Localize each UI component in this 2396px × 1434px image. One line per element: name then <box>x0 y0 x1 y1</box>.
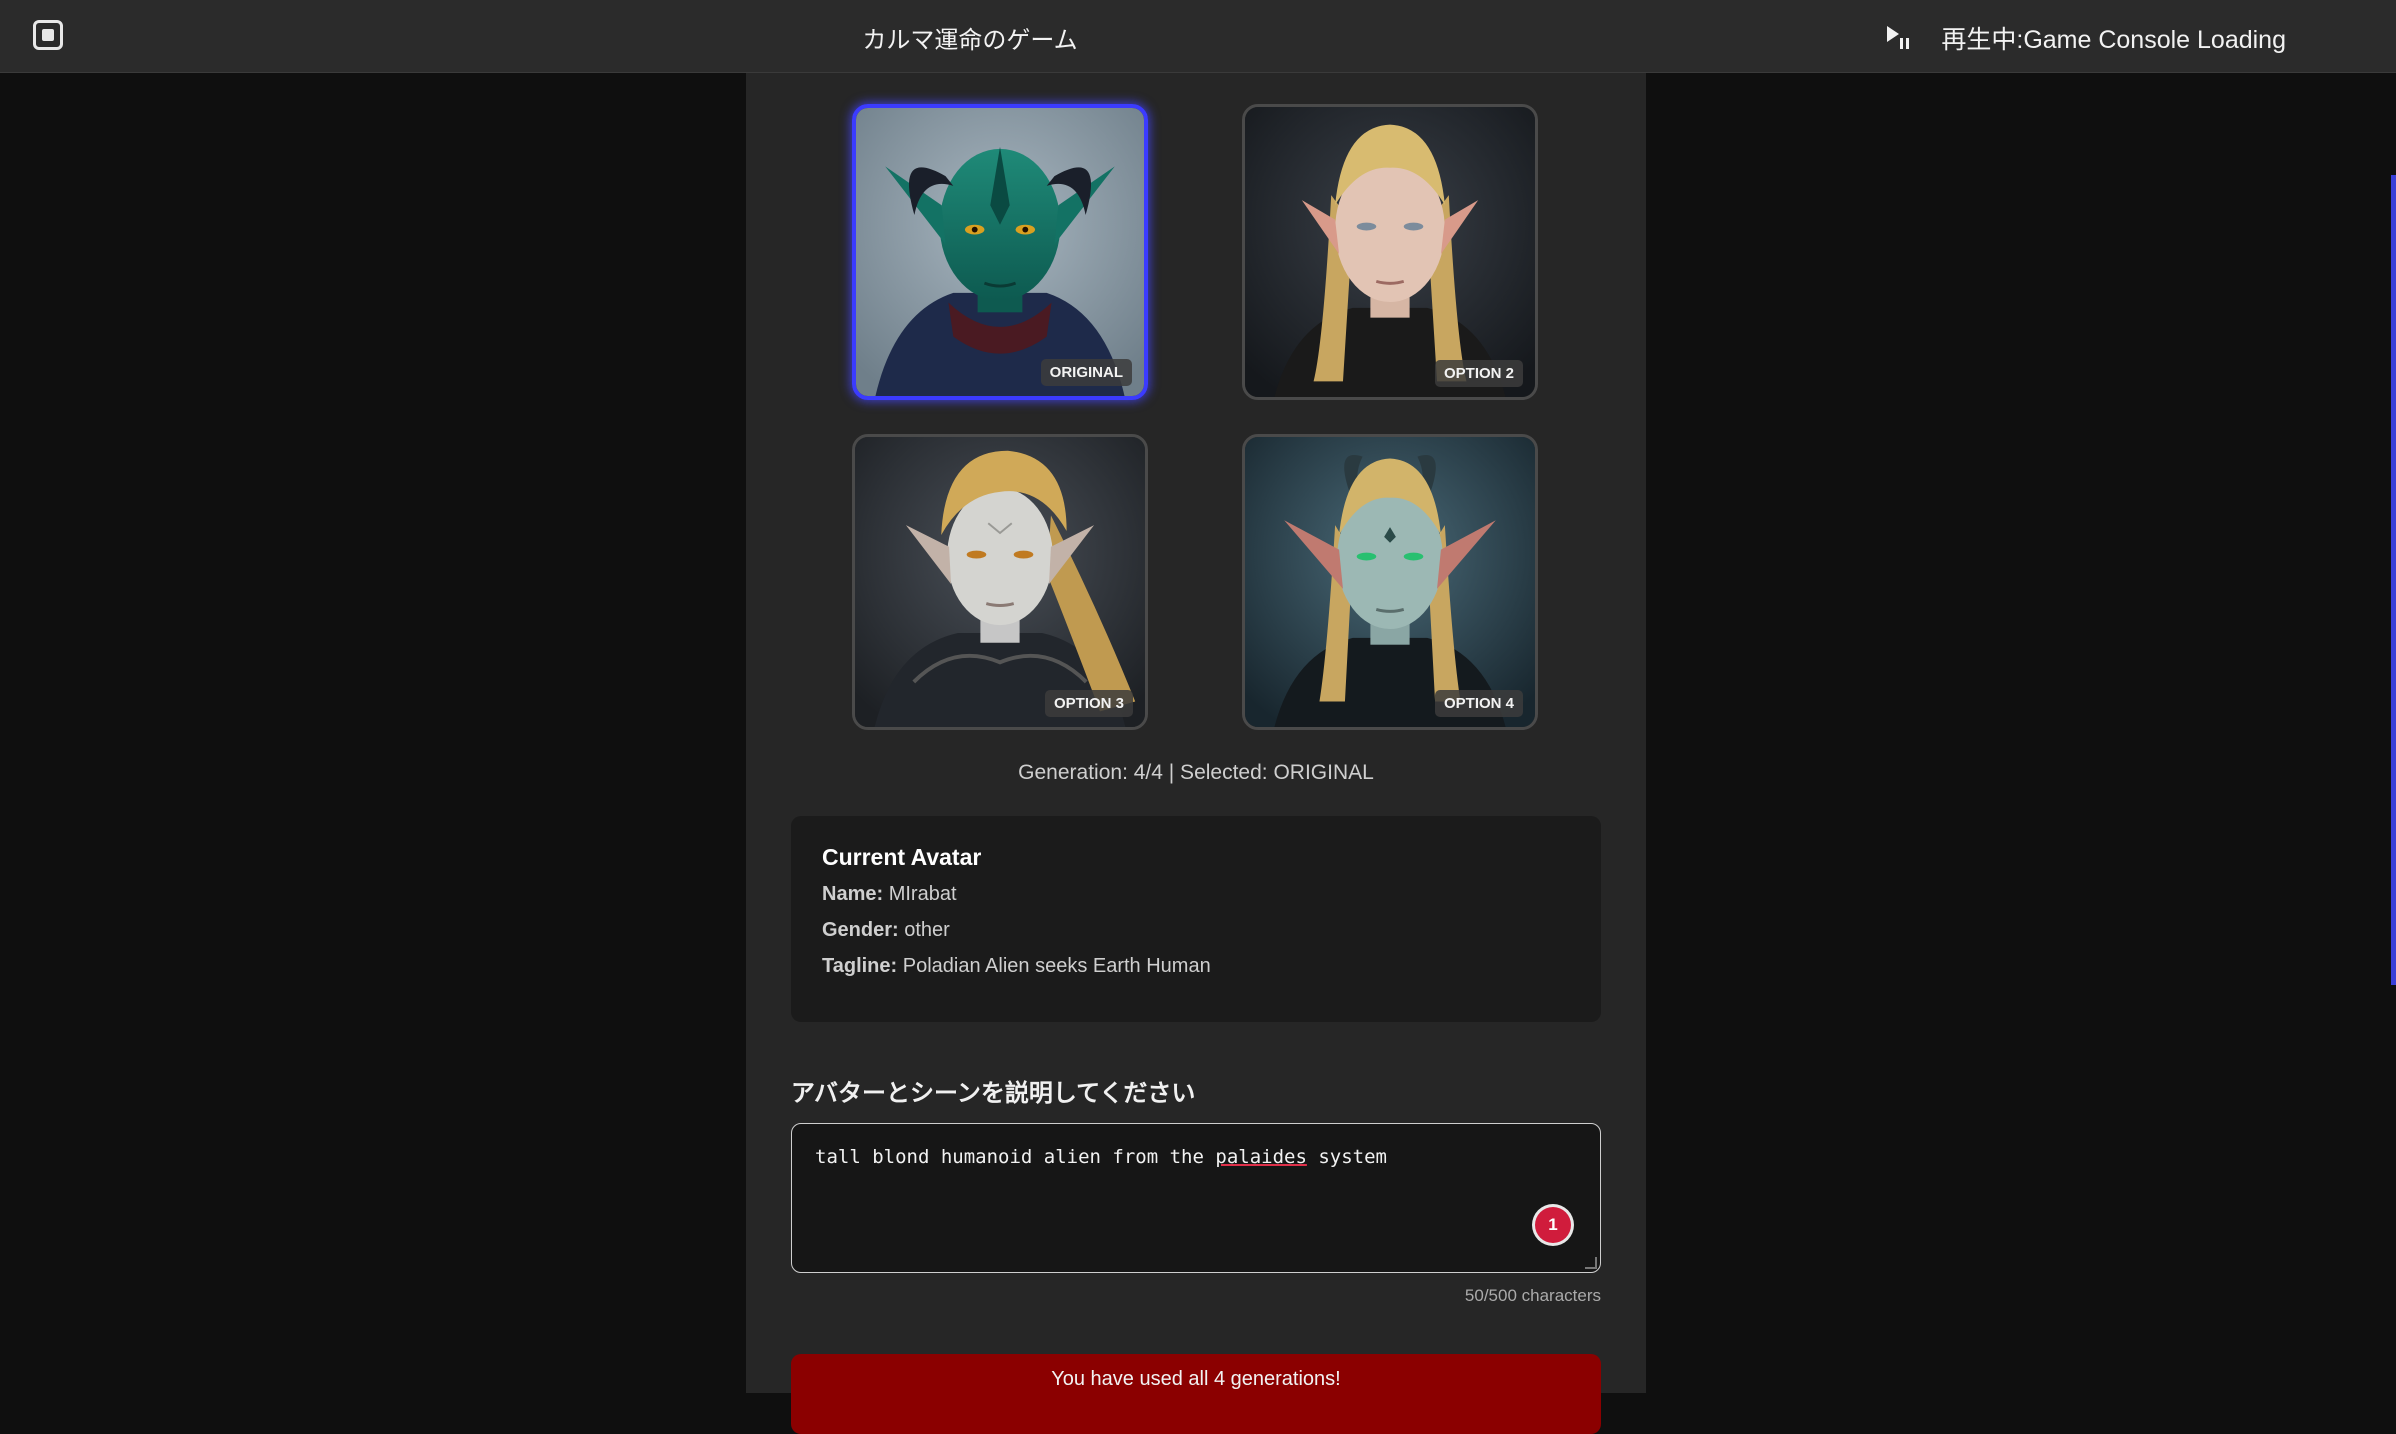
generation-status: Generation: 4/4 | Selected: ORIGINAL <box>1018 761 1374 784</box>
top-bar: カルマ運命のゲーム 再生中:Game Console Loading <box>0 0 2396 73</box>
name-label: Name: <box>822 883 884 905</box>
avatar-label: OPTION 3 <box>1044 690 1133 717</box>
avatar-label: OPTION 4 <box>1434 690 1523 717</box>
avatar-portrait-original <box>856 108 1144 396</box>
avatar-portrait-option-4 <box>1245 437 1535 727</box>
character-count: 50/500 characters <box>1464 1286 1601 1305</box>
prompt-text-start: tall blond humanoid alien from the <box>815 1146 1216 1168</box>
scrollbar[interactable] <box>2391 175 2396 985</box>
now-playing[interactable]: 再生中:Game Console Loading <box>1887 20 2286 56</box>
gender-label: Gender: <box>822 919 899 941</box>
avatar-gender-row: Gender: other <box>822 917 1570 943</box>
current-avatar-heading: Current Avatar <box>822 844 982 870</box>
avatar-portrait-option-3 <box>855 437 1145 727</box>
avatar-portrait-option-2 <box>1245 107 1535 397</box>
play-pause-icon[interactable] <box>1887 24 1911 52</box>
prompt-textarea[interactable]: tall blond humanoid alien from the palai… <box>791 1123 1601 1273</box>
prompt-label: アバターとシーンを説明してください <box>791 1080 1196 1107</box>
misspelled-word[interactable]: palaides <box>1215 1146 1307 1168</box>
avatar-tagline-row: Tagline: Poladian Alien seeks Earth Huma… <box>822 953 1570 979</box>
generation-limit-banner: You have used all 4 generations! <box>791 1354 1601 1434</box>
resize-handle[interactable] <box>1585 1257 1597 1269</box>
now-playing-label: 再生中:Game Console Loading <box>1941 26 2286 54</box>
gender-value: other <box>904 919 950 941</box>
tagline-value: Poladian Alien seeks Earth Human <box>902 955 1211 977</box>
grammar-issue-count: 1 <box>1535 1207 1571 1243</box>
name-value: MIrabat <box>888 883 957 905</box>
avatar-option-4[interactable]: OPTION 4 <box>1242 434 1538 730</box>
avatar-option-2[interactable]: OPTION 2 <box>1242 104 1538 400</box>
app-title: カルマ運命のゲーム <box>862 27 1078 54</box>
current-avatar-card: Current Avatar Name: MIrabat Gender: oth… <box>791 816 1601 1022</box>
tagline-label: Tagline: <box>822 955 898 977</box>
avatar-label: ORIGINAL <box>1040 359 1132 386</box>
avatar-option-3[interactable]: OPTION 3 <box>852 434 1148 730</box>
prompt-text-end: system <box>1306 1146 1387 1168</box>
avatar-name-row: Name: MIrabat <box>822 881 1570 907</box>
grammar-check-icon[interactable]: 1 <box>1532 1204 1574 1246</box>
avatar-label: OPTION 2 <box>1434 360 1523 387</box>
avatar-option-original[interactable]: ORIGINAL <box>852 104 1148 400</box>
avatar-panel: ORIGINAL OPTION 2 OPTION 3 OPTION 4 Gene… <box>746 73 1646 1434</box>
